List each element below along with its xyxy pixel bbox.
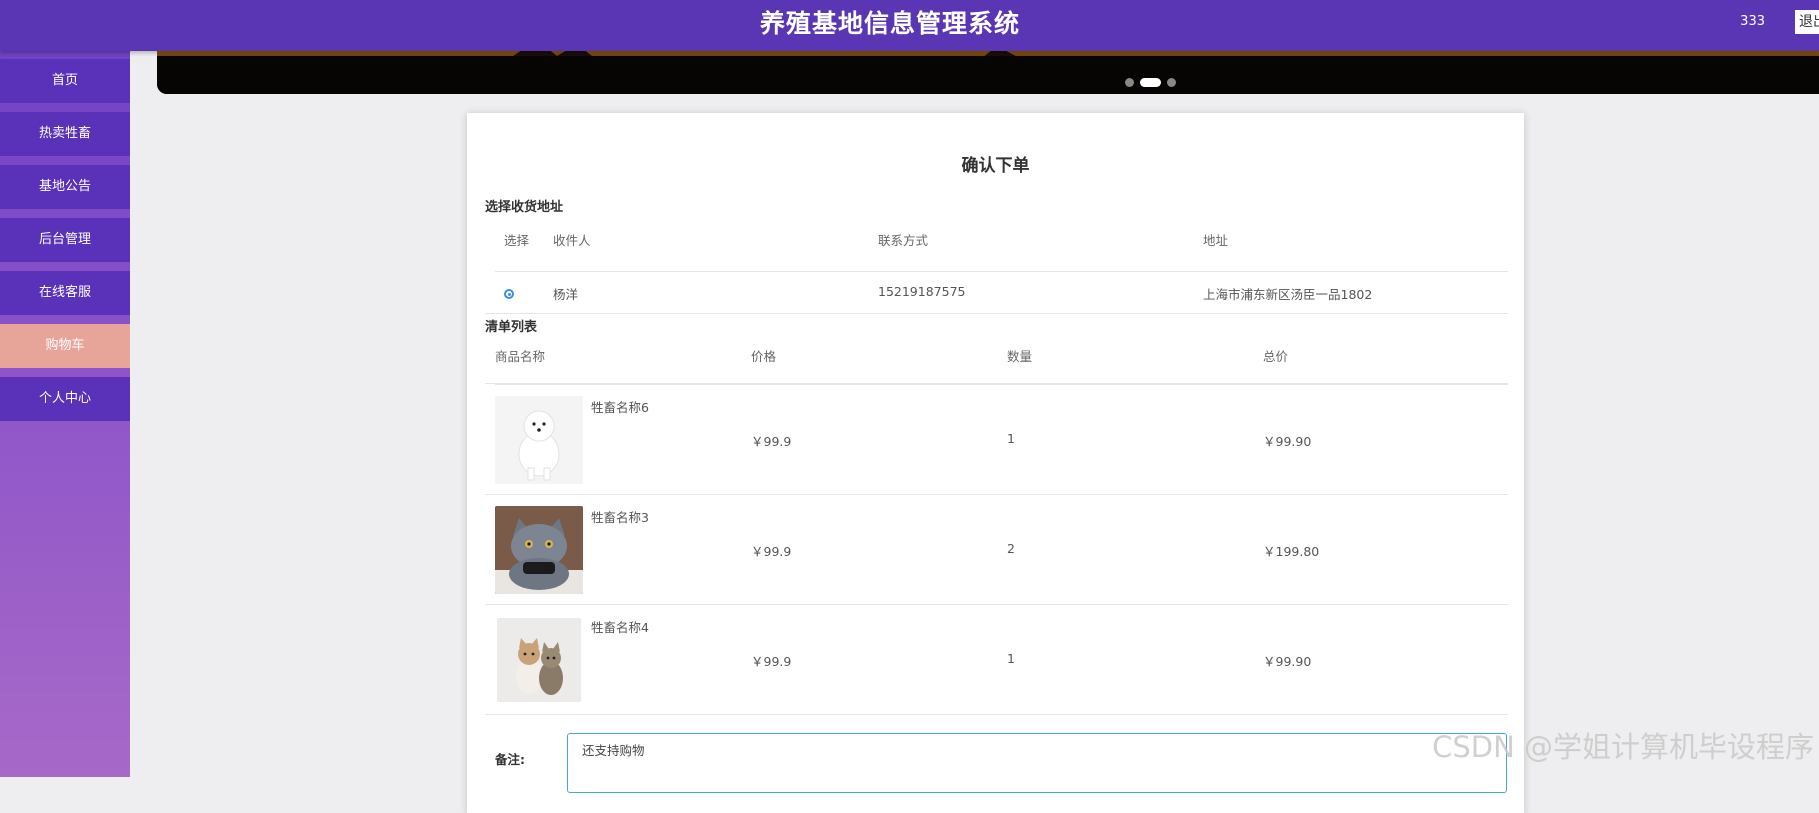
col-total: 总价 xyxy=(1263,349,1289,364)
col-select: 选择 xyxy=(504,233,530,248)
goods-price: ￥99.9 xyxy=(751,654,792,669)
system-title: 养殖基地信息管理系统 xyxy=(759,9,1020,38)
address-header-divider xyxy=(495,271,1508,272)
nav-home[interactable]: 首页 xyxy=(0,59,130,103)
col-receiver: 收件人 xyxy=(553,233,591,248)
two-kittens-icon xyxy=(497,618,581,702)
page-title: 确认下单 xyxy=(961,156,1030,176)
goods-header-divider xyxy=(485,383,1508,384)
remark-label: 备注: xyxy=(495,752,525,767)
carousel-dot-3[interactable] xyxy=(1167,78,1176,87)
goods-price: ￥99.9 xyxy=(751,434,792,449)
goods-total: ￥199.80 xyxy=(1263,544,1320,559)
address-section-title: 选择收货地址 xyxy=(485,200,564,215)
col-price: 价格 xyxy=(751,349,777,364)
receiver-address: 上海市浦东新区汤臣一品1802 xyxy=(1203,287,1373,302)
goods-section-title: 清单列表 xyxy=(485,320,538,335)
goods-total: ￥99.90 xyxy=(1263,434,1312,449)
goods-qty: 1 xyxy=(1007,431,1015,446)
col-qty: 数量 xyxy=(1007,349,1033,364)
goods-qty: 1 xyxy=(1007,651,1015,666)
banner-horizon xyxy=(157,56,1819,94)
header-bar: 养殖基地信息管理系统 333 退出 xyxy=(0,0,1819,51)
carousel-indicators xyxy=(1125,72,1182,87)
goods-qty: 2 xyxy=(1007,541,1015,556)
nav-hot-livestock[interactable]: 热卖牲畜 xyxy=(0,112,130,156)
carousel-dot-2[interactable] xyxy=(1140,78,1161,87)
logout-button[interactable]: 退出 xyxy=(1795,10,1819,34)
grey-cat-icon xyxy=(495,506,583,594)
goods-row-divider xyxy=(485,604,1508,605)
goods-image-white-dog[interactable] xyxy=(495,396,583,484)
address-header-row: 选择 收件人 联系方式 地址 xyxy=(495,230,1508,266)
col-name: 商品名称 xyxy=(495,349,546,364)
remark-textarea[interactable]: 还支持购物 xyxy=(567,733,1507,793)
nav-admin[interactable]: 后台管理 xyxy=(0,218,130,262)
col-address: 地址 xyxy=(1203,233,1229,248)
goods-row-divider xyxy=(485,494,1508,495)
nav-customer-service[interactable]: 在线客服 xyxy=(0,271,130,315)
order-confirm-card: 确认下单 选择收货地址 选择 收件人 联系方式 地址 杨洋 1521918757… xyxy=(467,113,1524,813)
sidebar: 首页 热卖牲畜 基地公告 后台管理 在线客服 购物车 个人中心 xyxy=(0,0,130,777)
goods-name: 牲畜名称4 xyxy=(591,620,649,635)
carousel-dot-1[interactable] xyxy=(1125,78,1134,87)
nav-profile[interactable]: 个人中心 xyxy=(0,377,130,421)
goods-name: 牲畜名称3 xyxy=(591,510,649,525)
goods-total: ￥99.90 xyxy=(1263,654,1312,669)
receiver-name: 杨洋 xyxy=(553,287,579,302)
radio-selected-icon xyxy=(504,289,514,299)
nav-cart[interactable]: 购物车 xyxy=(0,324,130,368)
goods-row-divider xyxy=(485,714,1508,715)
col-phone: 联系方式 xyxy=(878,233,929,248)
divider xyxy=(495,384,1508,385)
username: 333 xyxy=(1740,14,1765,29)
address-radio[interactable] xyxy=(504,287,514,302)
address-bottom-divider xyxy=(485,313,1508,314)
receiver-phone: 15219187575 xyxy=(878,284,966,299)
white-dog-icon xyxy=(495,396,583,484)
nav-announcements[interactable]: 基地公告 xyxy=(0,165,130,209)
watermark: CSDN @学姐计算机毕设程序 xyxy=(1432,730,1814,764)
goods-image-two-kittens[interactable] xyxy=(497,618,581,702)
goods-price: ￥99.9 xyxy=(751,544,792,559)
goods-image-grey-cat[interactable] xyxy=(495,506,583,594)
goods-name: 牲畜名称6 xyxy=(591,400,649,415)
